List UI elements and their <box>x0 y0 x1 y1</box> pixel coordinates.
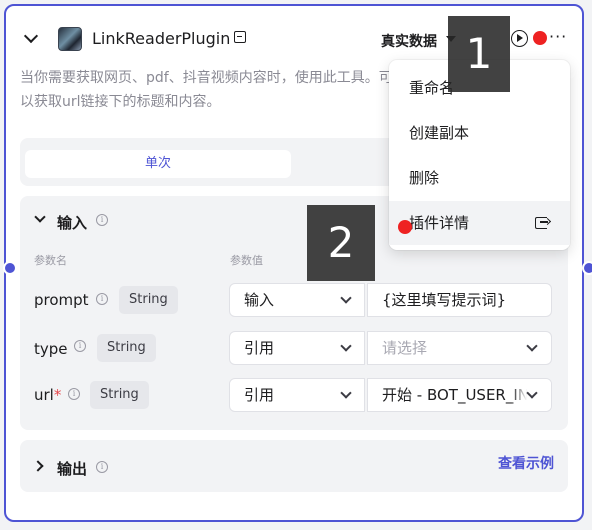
param-type-tag: String <box>90 381 149 409</box>
plugin-logo <box>58 27 82 51</box>
input-port[interactable] <box>3 261 17 275</box>
param-type-tag: String <box>119 286 178 314</box>
annotation-dot <box>533 31 547 45</box>
info-icon: i <box>96 461 108 473</box>
param-value-select[interactable]: 开始 - BOT_USER_INPUT <box>367 378 552 412</box>
value-mode-select[interactable]: 引用 <box>229 378 365 412</box>
view-example-link[interactable]: 查看示例 <box>498 453 554 473</box>
node-description: 当你需要获取网页、pdf、抖音视频内容时，使用此工具。可以获取url链接下的标题… <box>20 70 393 110</box>
more-options-icon[interactable]: ··· <box>549 27 567 46</box>
column-header-name: 参数名 <box>34 254 67 267</box>
param-value-select[interactable]: 请选择 <box>367 331 552 365</box>
node-title: LinkReaderPlugin <box>92 29 231 48</box>
param-type-tag: String <box>97 334 156 362</box>
param-name: prompt <box>34 291 89 309</box>
menu-item-duplicate[interactable]: 创建副本 <box>389 111 570 155</box>
info-icon: i <box>74 340 86 352</box>
menu-item-delete[interactable]: 删除 <box>389 156 570 200</box>
collapse-chevron-icon[interactable] <box>23 28 39 44</box>
plugin-type-icon <box>234 31 246 43</box>
chevron-down-icon <box>526 340 538 352</box>
param-value-input[interactable]: {这里填写提示词} <box>367 283 552 317</box>
chevron-down-icon <box>340 292 352 304</box>
info-icon: i <box>96 293 108 305</box>
value-mode-select[interactable]: 输入 <box>229 283 365 317</box>
info-icon: i <box>68 388 80 400</box>
param-name: type <box>34 340 68 358</box>
menu-item-plugin-details[interactable]: 插件详情 <box>389 201 570 245</box>
annotation-marker-1: 1 <box>448 16 510 92</box>
chevron-down-icon <box>340 387 352 399</box>
tab-single[interactable]: 单次 <box>25 150 291 178</box>
annotation-dot <box>398 220 412 234</box>
output-port[interactable] <box>582 261 592 275</box>
param-name: url* <box>34 386 62 404</box>
run-play-icon[interactable] <box>511 30 528 47</box>
column-header-value: 参数值 <box>230 254 263 267</box>
data-mode-dropdown[interactable]: 真实数据 <box>381 31 437 51</box>
output-section-title: 输出 <box>57 460 88 478</box>
annotation-marker-2: 2 <box>307 205 375 281</box>
input-section-title: 输入 <box>57 214 88 232</box>
value-mode-select[interactable]: 引用 <box>229 331 365 365</box>
external-open-icon <box>535 217 548 229</box>
chevron-down-icon <box>340 340 352 352</box>
info-icon: i <box>96 214 108 226</box>
